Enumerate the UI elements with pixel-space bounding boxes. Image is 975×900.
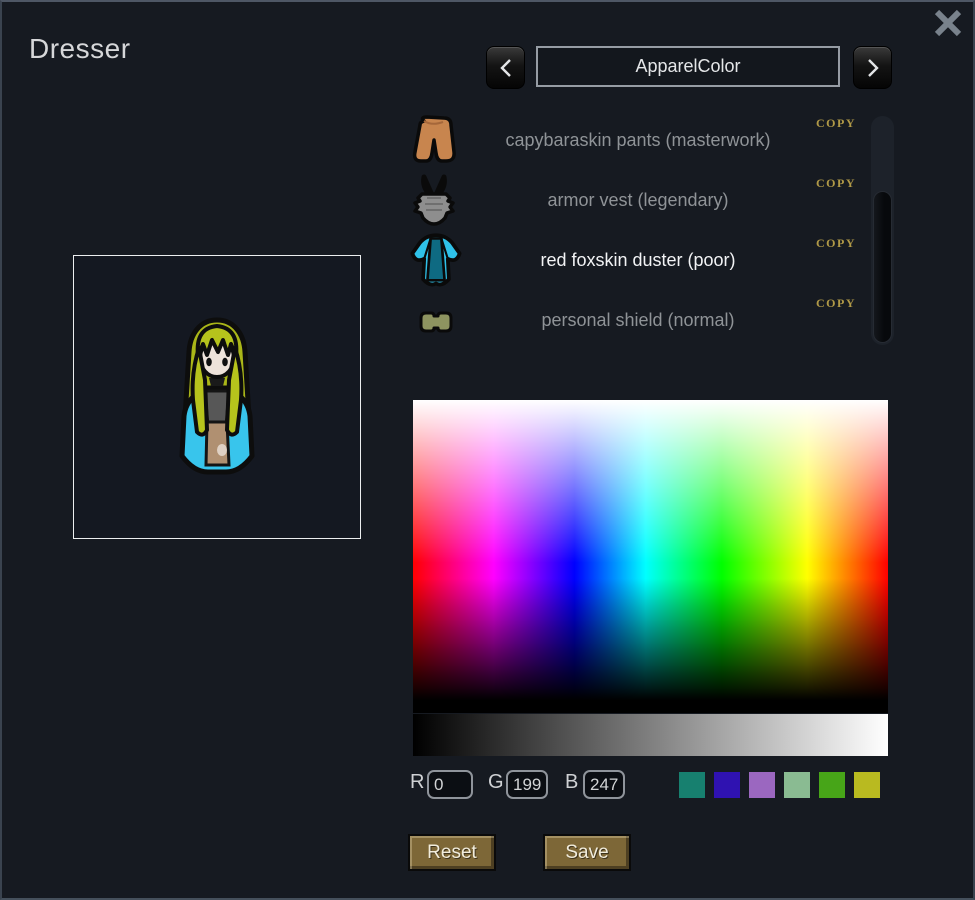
- armor-vest-icon: [407, 172, 461, 228]
- pawn-portrait: [162, 314, 272, 494]
- copy-button-duster[interactable]: COPY: [816, 236, 856, 251]
- list-item-label: red foxskin duster (poor): [462, 232, 814, 288]
- duster-icon: [407, 232, 465, 290]
- page-title: Dresser: [29, 33, 131, 65]
- chevron-left-icon: [499, 58, 513, 78]
- list-scrollbar-track[interactable]: [871, 116, 894, 345]
- list-item-label: capybaraskin pants (masterwork): [462, 112, 814, 168]
- copy-button-personal-shield[interactable]: COPY: [816, 296, 856, 311]
- close-button[interactable]: [931, 6, 965, 40]
- g-label: G: [488, 771, 504, 794]
- color-swatch-2[interactable]: [714, 772, 740, 798]
- r-label: R: [410, 771, 424, 794]
- g-input[interactable]: [506, 770, 548, 799]
- current-tab-box: ApparelColor: [536, 46, 840, 87]
- list-item-label: personal shield (normal): [462, 292, 814, 348]
- copy-button-pants[interactable]: COPY: [816, 116, 856, 131]
- list-item-armor-vest[interactable]: armor vest (legendary) COPY: [407, 172, 857, 232]
- b-input[interactable]: [583, 770, 625, 799]
- list-item-label: armor vest (legendary): [462, 172, 814, 228]
- prev-tab-button[interactable]: [486, 46, 525, 89]
- close-icon: [931, 6, 965, 40]
- color-swatch-4[interactable]: [784, 772, 810, 798]
- chevron-right-icon: [866, 58, 880, 78]
- pawn-preview-box: [73, 255, 361, 539]
- grayscale-picker[interactable]: [413, 714, 888, 756]
- hue-saturation-picker[interactable]: [413, 400, 888, 713]
- dresser-dialog: Dresser ApparelColor capybaraskin pants …: [0, 0, 975, 900]
- pants-icon: [407, 112, 461, 168]
- next-tab-button[interactable]: [853, 46, 892, 89]
- color-swatch-6[interactable]: [854, 772, 880, 798]
- color-swatch-5[interactable]: [819, 772, 845, 798]
- list-item-pants[interactable]: capybaraskin pants (masterwork) COPY: [407, 112, 857, 172]
- save-button[interactable]: Save: [543, 834, 631, 871]
- reset-button[interactable]: Reset: [408, 834, 496, 871]
- color-swatch-3[interactable]: [749, 772, 775, 798]
- list-item-personal-shield[interactable]: personal shield (normal) COPY: [407, 292, 857, 342]
- b-label: B: [565, 771, 578, 794]
- list-scrollbar-thumb[interactable]: [873, 191, 892, 343]
- r-input[interactable]: [427, 770, 473, 799]
- copy-button-armor-vest[interactable]: COPY: [816, 176, 856, 191]
- list-item-duster[interactable]: red foxskin duster (poor) COPY: [407, 232, 857, 292]
- color-swatch-1[interactable]: [679, 772, 705, 798]
- personal-shield-icon: [414, 306, 458, 338]
